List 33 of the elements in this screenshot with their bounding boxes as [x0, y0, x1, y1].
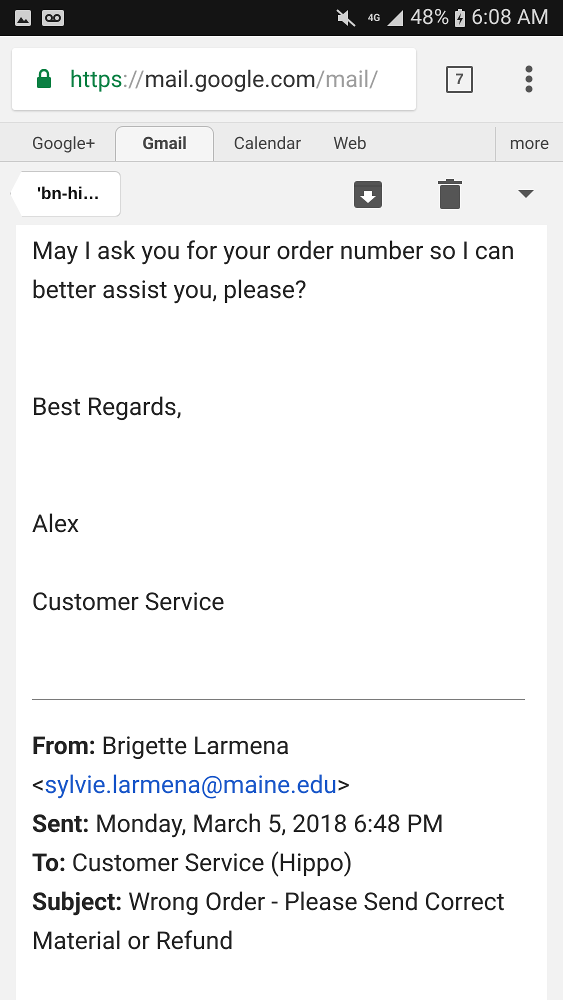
header-line: Sent: Monday, March 5, 2018 6:48 PM [32, 808, 445, 840]
message-text: Customer Service [32, 586, 226, 618]
battery-level: 48% [410, 6, 450, 30]
header-value: Brigette Larmena [102, 731, 290, 760]
back-button[interactable]: 'bn-hi… [10, 170, 121, 216]
message-text: Best Regards, [32, 391, 183, 423]
battery-icon [455, 9, 466, 27]
picture-icon [14, 9, 32, 27]
nav-tab[interactable]: Web [317, 127, 383, 161]
mute-icon [336, 9, 356, 27]
nav-tab[interactable]: Gmail [115, 126, 214, 161]
angle-bracket: > [336, 770, 350, 799]
nav-tab[interactable]: Google+ [16, 127, 112, 161]
voicemail-icon [42, 10, 64, 26]
tab-switcher-button[interactable]: 7 [446, 66, 473, 92]
dropdown-icon [517, 188, 535, 198]
email-link[interactable]: sylvie.larmena@maine.edu [44, 770, 337, 799]
network-label: 4G [368, 12, 380, 24]
archive-icon [353, 178, 383, 208]
angle-bracket: < [32, 770, 44, 799]
nav-tab[interactable]: Calendar [218, 127, 318, 161]
header-line: Subject: Wrong Order - Please Send Correct Material or Refund [32, 886, 506, 957]
header-line: To: Customer Service (Hippo) [32, 847, 354, 879]
message-text: May I ask you for your order number so I can better assist you, please? [32, 235, 516, 306]
message-text: Alex [32, 508, 80, 540]
clock: 6:08 AM [471, 6, 549, 30]
header-label: From: [32, 731, 96, 760]
menu-icon [525, 65, 533, 93]
signal-icon [386, 9, 404, 27]
url-text: https://mail.google.com/mail/ [70, 66, 379, 92]
address-bar[interactable]: https://mail.google.com/mail/ [12, 48, 416, 110]
nav-tab[interactable]: more [494, 127, 563, 161]
trash-icon [438, 178, 462, 208]
